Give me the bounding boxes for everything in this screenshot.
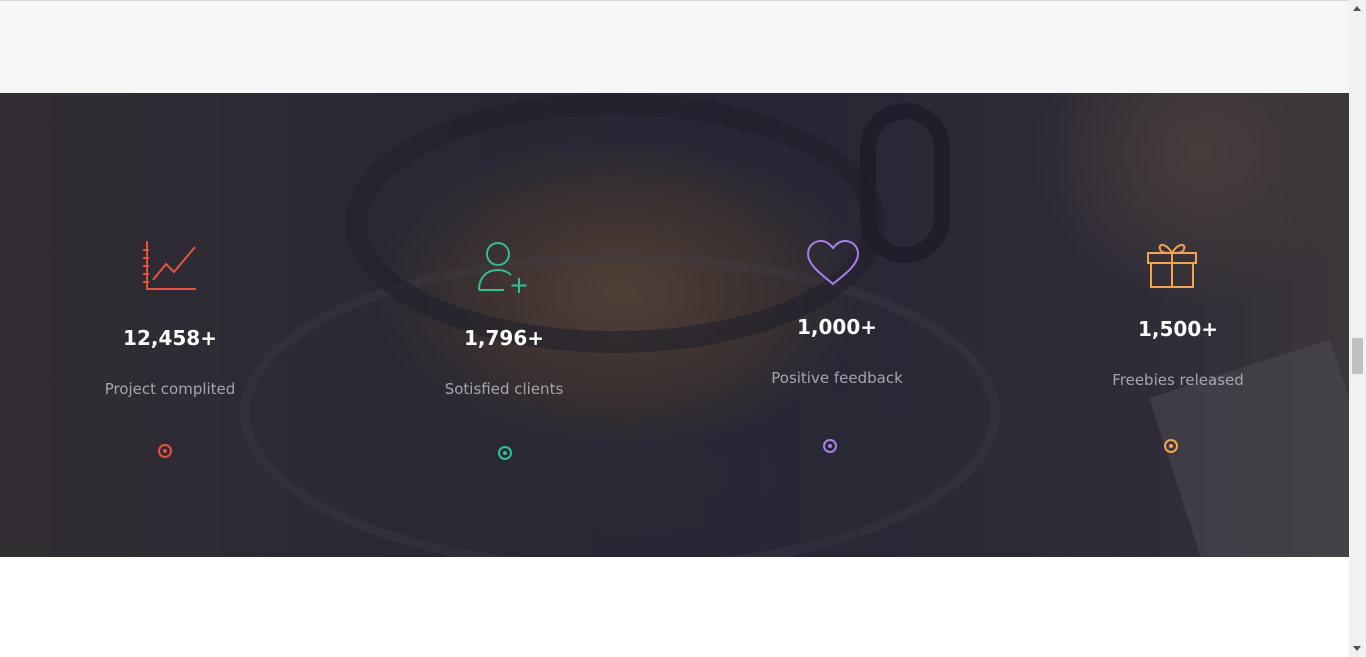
stat-projects: 12,458+ Project complited [50, 238, 290, 399]
stat-label: Project complited [104, 380, 236, 398]
stat-number: 1,796+ [463, 326, 545, 350]
scroll-up-arrow-icon[interactable] [1353, 6, 1361, 11]
scrollbar-thumb[interactable] [1352, 338, 1363, 374]
gift-icon [1147, 243, 1197, 288]
scroll-down-arrow-icon[interactable] [1353, 646, 1361, 651]
vertical-scrollbar[interactable] [1349, 0, 1366, 657]
stat-feedback: 1,000+ Positive feedback [717, 239, 957, 388]
stat-label: Freebies released [1112, 371, 1244, 389]
bottom-section [0, 557, 1349, 657]
stat-indicator-dot [158, 444, 172, 458]
stat-label: Positive feedback [771, 369, 903, 387]
stat-number: 1,000+ [796, 315, 878, 339]
user-add-icon [478, 242, 527, 293]
stat-freebies: 1,500+ Freebies released [1058, 239, 1298, 390]
stat-indicator-dot [498, 446, 512, 460]
stat-indicator-dot [1164, 439, 1178, 453]
stat-clients: 1,796+ Sotisfied clients [384, 240, 624, 399]
heart-icon [806, 239, 860, 286]
stat-number: 1,500+ [1137, 317, 1219, 341]
stat-indicator-dot [823, 439, 837, 453]
top-section [0, 0, 1349, 93]
stat-label: Sotisfied clients [444, 380, 564, 398]
stat-number: 12,458+ [123, 326, 217, 350]
stats-section: 12,458+ Project complited 1,796+ Sotisfi… [0, 93, 1349, 557]
chart-line-icon [143, 241, 196, 290]
